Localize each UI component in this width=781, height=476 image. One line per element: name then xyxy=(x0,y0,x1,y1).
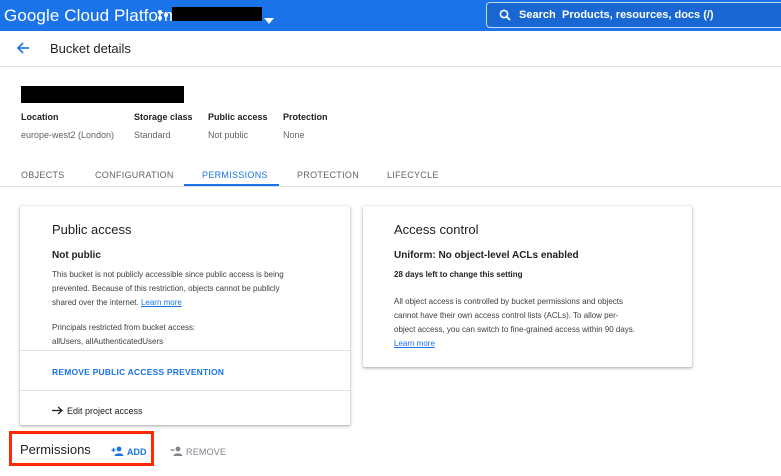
public-access-description: This bucket is not publicly accessible s… xyxy=(52,268,342,310)
tabs-divider xyxy=(0,186,781,187)
tab-lifecycle[interactable]: LIFECYCLE xyxy=(387,170,439,180)
description-line: object access, you can switch to fine-gr… xyxy=(394,325,636,334)
tab-objects[interactable]: OBJECTS xyxy=(21,170,65,180)
meta-value: Not public xyxy=(208,130,249,140)
add-permission-button[interactable]: ADD xyxy=(111,443,147,461)
remove-label: REMOVE xyxy=(186,447,227,457)
remove-person-icon xyxy=(170,443,183,461)
public-access-card: Public access Not public This bucket is … xyxy=(20,206,350,425)
search-bar[interactable]: Search Products, resources, docs (/) xyxy=(486,2,781,28)
description-line: shared over the internet. xyxy=(52,298,139,307)
remove-permission-button[interactable]: REMOVE xyxy=(170,443,226,461)
learn-more-link[interactable]: Learn more xyxy=(394,339,435,348)
search-label: Search xyxy=(519,9,556,21)
tab-permissions[interactable]: PERMISSIONS xyxy=(202,170,268,180)
remove-public-access-prevention-button[interactable]: REMOVE PUBLIC ACCESS PREVENTION xyxy=(52,367,224,377)
chevron-down-icon[interactable] xyxy=(264,11,274,29)
access-control-status: Uniform: No object-level ACLs enabled xyxy=(394,250,579,261)
card-divider xyxy=(20,350,350,351)
tab-protection[interactable]: PROTECTION xyxy=(297,170,359,180)
page-title: Bucket details xyxy=(50,41,131,56)
meta-value: None xyxy=(283,130,305,140)
meta-storage-class: Storage class Standard xyxy=(134,112,193,140)
description-line: This bucket is not publicly accessible s… xyxy=(52,270,284,279)
description-line: All object access is controlled by bucke… xyxy=(394,297,623,306)
description-line: prevented. Because of this restriction, … xyxy=(52,284,280,293)
learn-more-link[interactable]: Learn more xyxy=(141,298,182,307)
card-title: Public access xyxy=(52,222,132,237)
meta-value: Standard xyxy=(134,130,171,140)
meta-label: Public access xyxy=(208,112,268,122)
edit-project-access-link[interactable]: Edit project access xyxy=(52,402,143,420)
search-placeholder: Products, resources, docs (/) xyxy=(562,9,714,21)
meta-location: Location europe-west2 (London) xyxy=(21,112,114,140)
top-app-bar: Google Cloud Platform redacted-project S… xyxy=(0,0,781,31)
project-name-redacted[interactable]: redacted-project xyxy=(172,7,262,21)
meta-value: europe-west2 (London) xyxy=(21,130,115,140)
arrow-right-icon xyxy=(52,402,63,420)
meta-protection: Protection None xyxy=(283,112,328,140)
card-divider xyxy=(20,390,350,391)
permissions-title: Permissions xyxy=(20,442,91,457)
meta-public-access: Public access Not public xyxy=(208,112,268,140)
add-person-icon xyxy=(111,443,124,461)
principals-value: allUsers, allAuthenticatedUsers xyxy=(52,337,164,346)
meta-label: Storage class xyxy=(134,112,193,122)
meta-label: Location xyxy=(21,112,59,122)
project-icon[interactable] xyxy=(157,8,169,26)
description-line: cannot have their own access control lis… xyxy=(394,311,619,320)
public-access-status: Not public xyxy=(52,250,101,261)
search-icon xyxy=(499,8,511,26)
access-control-card: Access control Uniform: No object-level … xyxy=(363,206,692,367)
back-arrow-icon[interactable] xyxy=(16,41,30,60)
principals-label: Principals restricted from bucket access… xyxy=(52,323,196,332)
bucket-name-redacted: redacted-bucket-name xyxy=(21,86,184,103)
add-label: ADD xyxy=(127,447,147,457)
brand-title[interactable]: Google Cloud Platform xyxy=(4,6,178,26)
tab-configuration[interactable]: CONFIGURATION xyxy=(95,170,174,180)
principals-block: Principals restricted from bucket access… xyxy=(52,321,342,349)
header-divider xyxy=(0,66,781,67)
access-control-description: All object access is controlled by bucke… xyxy=(394,295,686,351)
days-left-note: 28 days left to change this setting xyxy=(394,270,523,279)
card-title: Access control xyxy=(394,222,479,237)
meta-label: Protection xyxy=(283,112,328,122)
edit-project-access-label: Edit project access xyxy=(67,406,143,416)
